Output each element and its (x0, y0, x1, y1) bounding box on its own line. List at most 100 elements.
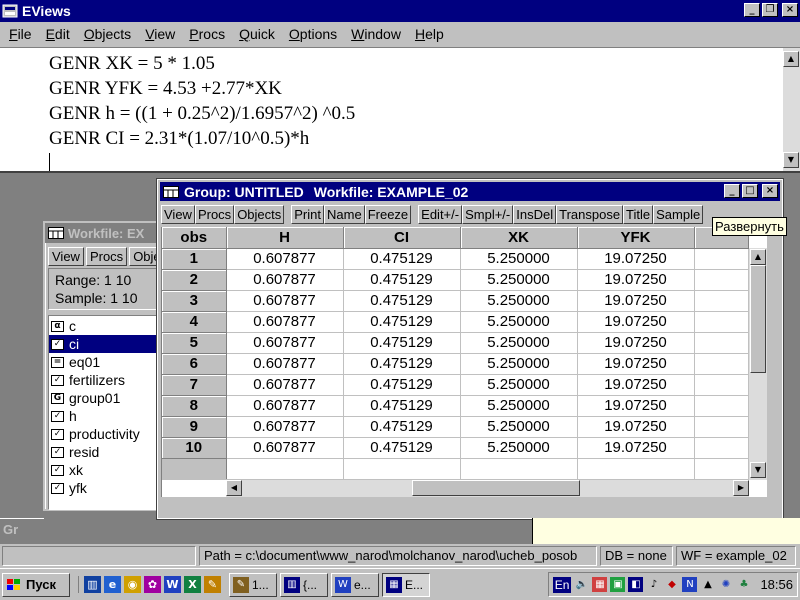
group-close-button[interactable]: × (762, 184, 778, 198)
row-header[interactable]: 5 (162, 332, 227, 354)
taskbar-button[interactable]: ▥ {... (280, 572, 328, 597)
scroll-thumb[interactable] (412, 480, 580, 496)
menu-options[interactable]: Options (282, 26, 344, 42)
grid-horizontal-scrollbar[interactable]: ◀ ▶ (226, 480, 749, 497)
row-header[interactable]: 2 (162, 269, 227, 291)
print-button[interactable]: Print (291, 205, 324, 224)
table-cell[interactable]: 19.07250 (577, 248, 695, 270)
view-button[interactable]: View (161, 205, 195, 224)
tray-app-icon[interactable]: ◧ (628, 577, 644, 592)
table-cell-empty[interactable] (694, 248, 749, 270)
table-cell-empty[interactable] (694, 290, 749, 312)
table-cell[interactable]: 19.07250 (577, 311, 695, 333)
spreadsheet-grid[interactable]: obs H CI XK YFK 1 0.607877 0.475129 5.25000… (161, 227, 767, 497)
table-cell[interactable]: 0.475129 (343, 416, 461, 438)
tray-app-icon[interactable]: ✺ (718, 577, 733, 592)
row-header[interactable]: 10 (162, 437, 227, 459)
table-cell-empty[interactable] (694, 311, 749, 333)
table-cell[interactable]: 5.250000 (460, 248, 578, 270)
command-scrollbar[interactable]: ▲ ▼ (783, 48, 800, 171)
procs-button[interactable]: Procs (194, 205, 235, 224)
name-button[interactable]: Name (324, 205, 365, 224)
workfile-view-button[interactable]: View (48, 247, 84, 266)
table-cell[interactable]: 0.475129 (343, 269, 461, 291)
tray-app-icon[interactable]: ♣ (736, 577, 751, 592)
table-cell[interactable]: 19.07250 (577, 437, 695, 459)
table-cell[interactable]: 19.07250 (577, 269, 695, 291)
start-button[interactable]: Пуск (2, 572, 70, 597)
quicklaunch-app-icon[interactable]: ✿ (144, 576, 161, 593)
tray-app-icon[interactable]: ▲ (700, 577, 715, 592)
volume-icon[interactable]: 🔈 (574, 577, 589, 592)
scroll-thumb[interactable] (750, 265, 766, 373)
table-cell[interactable]: 5.250000 (460, 395, 578, 417)
command-line[interactable]: GENR XK = 5 * 1.05 (49, 51, 355, 76)
title-button[interactable]: Title (623, 205, 654, 224)
close-button[interactable]: × (782, 3, 798, 17)
minimize-button[interactable]: _ (744, 3, 760, 17)
table-cell-empty[interactable] (577, 458, 695, 480)
language-indicator[interactable]: En (552, 576, 572, 593)
taskbar-button[interactable]: We... (331, 572, 379, 597)
row-header[interactable]: 9 (162, 416, 227, 438)
table-cell[interactable]: 0.607877 (226, 437, 344, 459)
excel-icon[interactable]: X (184, 576, 201, 593)
menu-window[interactable]: Window (344, 26, 408, 42)
quicklaunch-app-icon[interactable]: ▥ (84, 576, 101, 593)
table-cell-empty[interactable] (694, 332, 749, 354)
table-cell-empty[interactable] (226, 458, 344, 480)
table-cell[interactable]: 0.607877 (226, 374, 344, 396)
row-header[interactable] (162, 458, 227, 480)
row-header[interactable]: 1 (162, 248, 227, 270)
scroll-down-button[interactable]: ▼ (750, 462, 766, 478)
table-cell[interactable]: 19.07250 (577, 290, 695, 312)
command-line[interactable]: GENR h = ((1 + 0.25^2)/1.6957^2) ^0.5 (49, 101, 355, 126)
group-window[interactable]: Group: UNTITLED Workfile: EXAMPLE_02 _ □… (156, 178, 784, 520)
row-header[interactable]: 4 (162, 311, 227, 333)
table-cell[interactable]: 0.607877 (226, 269, 344, 291)
group-title-bar[interactable]: Group: UNTITLED Workfile: EXAMPLE_02 _ □… (160, 182, 780, 201)
objects-button[interactable]: Objects (234, 205, 285, 224)
table-cell-empty[interactable] (694, 374, 749, 396)
workfile-procs-button[interactable]: Procs (85, 247, 128, 266)
command-line[interactable]: GENR YFK = 4.53 +2.77*XK (49, 76, 355, 101)
column-header-h[interactable]: H (226, 227, 344, 249)
menu-objects[interactable]: Objects (77, 26, 138, 42)
table-cell[interactable]: 0.475129 (343, 248, 461, 270)
table-cell[interactable]: 0.475129 (343, 395, 461, 417)
table-cell[interactable]: 0.607877 (226, 332, 344, 354)
table-cell-empty[interactable] (694, 269, 749, 291)
scroll-right-button[interactable]: ▶ (733, 480, 749, 496)
table-cell[interactable]: 0.607877 (226, 395, 344, 417)
table-cell-empty[interactable] (343, 458, 461, 480)
edit-toggle-button[interactable]: Edit+/- (418, 205, 463, 224)
menu-edit[interactable]: Edit (39, 26, 77, 42)
menu-file[interactable]: File (2, 26, 39, 42)
table-cell[interactable]: 5.250000 (460, 290, 578, 312)
table-cell[interactable]: 19.07250 (577, 374, 695, 396)
table-cell-empty[interactable] (694, 416, 749, 438)
table-cell[interactable]: 0.475129 (343, 437, 461, 459)
table-cell-empty[interactable] (694, 458, 749, 480)
table-cell[interactable]: 0.475129 (343, 332, 461, 354)
column-header-xk[interactable]: XK (460, 227, 578, 249)
sample-button[interactable]: Sample (653, 205, 704, 224)
table-cell[interactable]: 0.607877 (226, 416, 344, 438)
row-header[interactable]: 7 (162, 374, 227, 396)
command-window[interactable]: GENR XK = 5 * 1.05 GENR YFK = 4.53 +2.77… (0, 47, 800, 173)
tray-app-icon[interactable]: ▦ (592, 577, 608, 592)
column-header-obs[interactable]: obs (162, 227, 227, 249)
quicklaunch-app-icon[interactable]: ✎ (204, 576, 221, 593)
smpl-toggle-button[interactable]: Smpl+/- (462, 205, 514, 224)
column-header-yfk[interactable]: YFK (577, 227, 695, 249)
tray-app-icon[interactable]: N (682, 577, 698, 592)
restore-button[interactable]: ❐ (762, 3, 778, 17)
table-cell[interactable]: 19.07250 (577, 353, 695, 375)
table-cell[interactable]: 0.607877 (226, 248, 344, 270)
table-cell-empty[interactable] (694, 395, 749, 417)
freeze-button[interactable]: Freeze (364, 205, 412, 224)
scroll-up-button[interactable]: ▲ (783, 51, 799, 67)
transpose-button[interactable]: Transpose (556, 205, 624, 224)
table-cell[interactable]: 0.475129 (343, 311, 461, 333)
table-cell[interactable]: 0.475129 (343, 374, 461, 396)
